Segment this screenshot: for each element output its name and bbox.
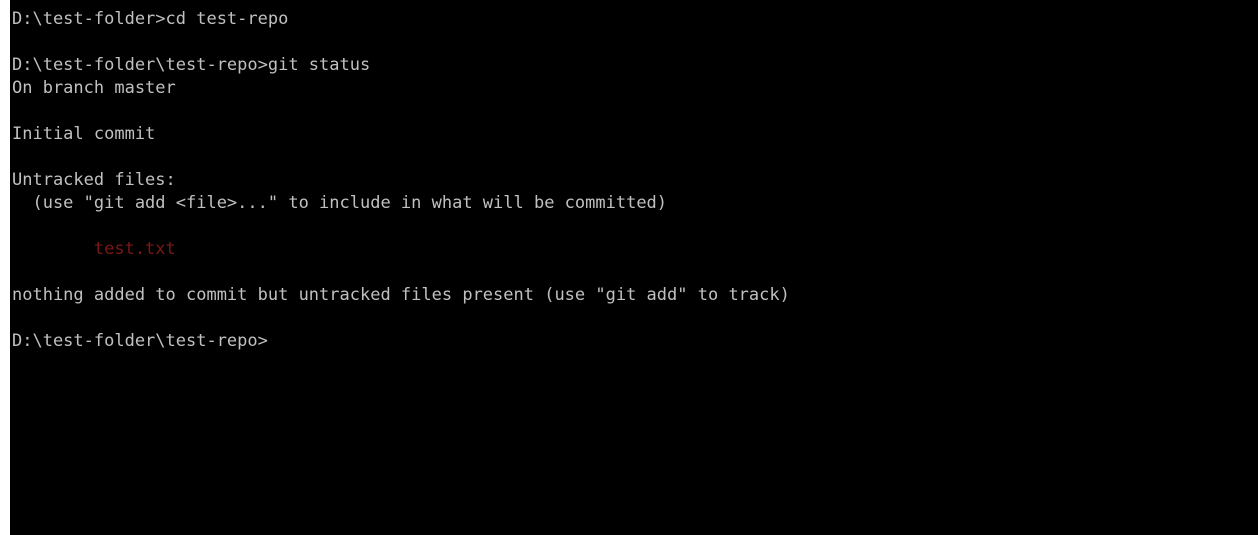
output-untracked-hint: (use "git add <file>..." to include in w… xyxy=(12,193,668,213)
terminal-window[interactable]: D:\test-folder>cd test-repo D:\test-fold… xyxy=(10,0,1258,535)
prompt-line[interactable]: D:\test-folder\test-repo> xyxy=(12,330,1258,353)
output-initial-commit: Initial commit xyxy=(12,124,156,144)
output-on-branch: On branch master xyxy=(12,78,176,98)
command-line-git-status: D:\test-folder\test-repo>git status xyxy=(12,55,371,75)
prompt-text: D:\test-folder\test-repo> xyxy=(12,331,268,351)
command-line-cd: D:\test-folder>cd test-repo xyxy=(12,9,289,29)
output-untracked-header: Untracked files: xyxy=(12,170,176,190)
untracked-file-entry: test.txt xyxy=(12,239,176,259)
output-summary: nothing added to commit but untracked fi… xyxy=(12,285,790,305)
text-cursor xyxy=(268,351,278,353)
